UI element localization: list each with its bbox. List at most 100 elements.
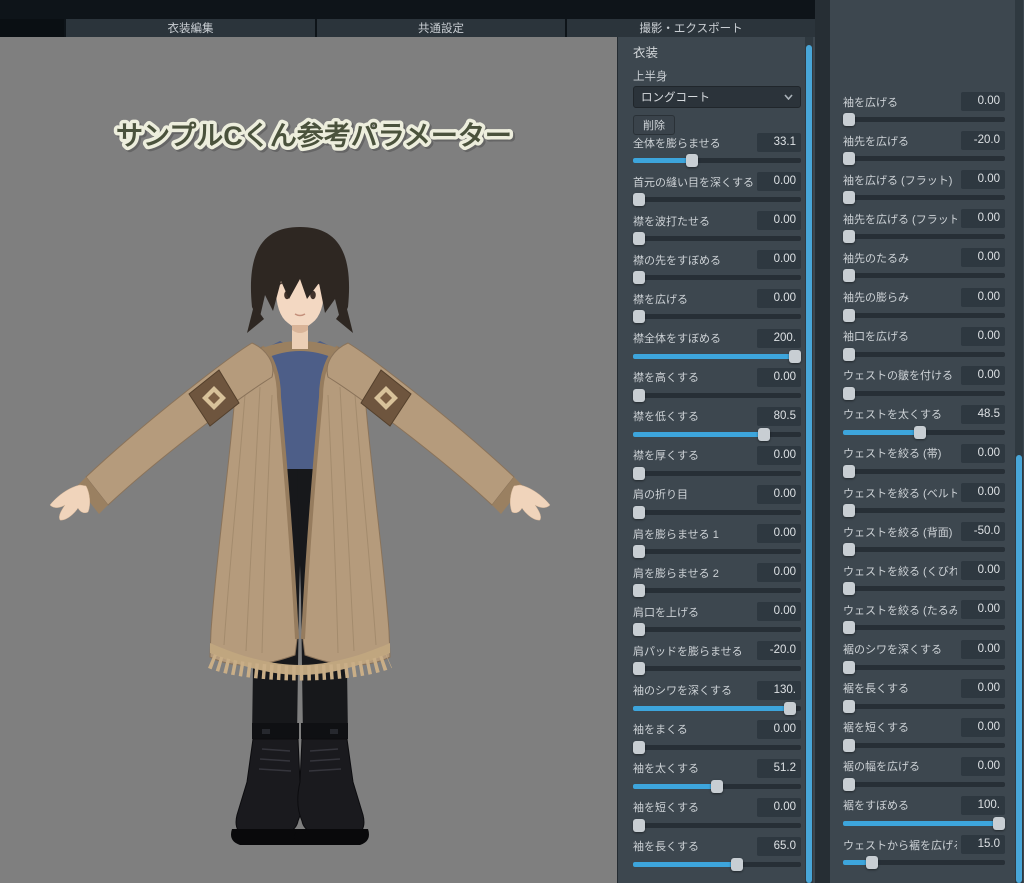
slider-track[interactable] bbox=[843, 777, 1005, 791]
slider-track[interactable] bbox=[843, 425, 1005, 439]
slider-handle[interactable] bbox=[843, 308, 855, 322]
slider-value-field[interactable]: 0.00 bbox=[961, 92, 1005, 111]
slider-value-field[interactable]: 0.00 bbox=[961, 639, 1005, 659]
slider-value-field[interactable]: 80.5 bbox=[757, 406, 801, 426]
slider-handle[interactable] bbox=[843, 660, 855, 674]
slider-track[interactable] bbox=[633, 701, 801, 715]
model-viewport[interactable]: サンプルCくん参考パラメーター bbox=[0, 37, 617, 883]
delete-button[interactable]: 削除 bbox=[633, 115, 675, 135]
slider-handle[interactable] bbox=[843, 269, 855, 283]
slider-track[interactable] bbox=[633, 857, 801, 871]
slider-handle[interactable] bbox=[633, 662, 645, 676]
slider-value-field[interactable]: 0.00 bbox=[757, 602, 801, 622]
slider-handle[interactable] bbox=[633, 623, 645, 637]
slider-value-field[interactable]: 0.00 bbox=[757, 367, 801, 387]
slider-handle[interactable] bbox=[843, 621, 855, 635]
slider-value-field[interactable]: 0.00 bbox=[961, 443, 1005, 463]
slider-handle[interactable] bbox=[633, 818, 645, 832]
slider-value-field[interactable]: 0.00 bbox=[961, 600, 1005, 620]
slider-value-field[interactable]: 0.00 bbox=[961, 170, 1005, 190]
slider-track[interactable] bbox=[633, 623, 801, 637]
slider-value-field[interactable]: 0.00 bbox=[757, 289, 801, 309]
slider-track[interactable] bbox=[633, 193, 801, 207]
slider-value-field[interactable]: 0.00 bbox=[961, 209, 1005, 229]
slider-track[interactable] bbox=[843, 621, 1005, 635]
slider-track[interactable] bbox=[843, 504, 1005, 518]
slider-track[interactable] bbox=[633, 662, 801, 676]
slider-handle[interactable] bbox=[633, 584, 645, 598]
slider-handle[interactable] bbox=[843, 113, 855, 126]
slider-handle[interactable] bbox=[633, 740, 645, 754]
slider-track[interactable] bbox=[633, 232, 801, 246]
slider-handle[interactable] bbox=[633, 505, 645, 519]
slider-value-field[interactable]: 48.5 bbox=[961, 404, 1005, 424]
slider-value-field[interactable]: -20.0 bbox=[961, 131, 1005, 151]
slider-handle[interactable] bbox=[789, 349, 801, 363]
slider-value-field[interactable]: -20.0 bbox=[757, 641, 801, 661]
slider-track[interactable] bbox=[843, 269, 1005, 283]
slider-value-field[interactable]: 0.00 bbox=[961, 483, 1005, 503]
slider-handle[interactable] bbox=[633, 545, 645, 559]
slider-handle[interactable] bbox=[633, 310, 645, 324]
slider-handle[interactable] bbox=[843, 464, 855, 478]
detail-panel-scrollbar[interactable] bbox=[1015, 0, 1023, 883]
slider-value-field[interactable]: -50.0 bbox=[961, 522, 1005, 542]
slider-value-field[interactable]: 0.00 bbox=[757, 172, 801, 192]
slider-handle[interactable] bbox=[633, 232, 645, 246]
slider-track[interactable] bbox=[843, 816, 1005, 830]
slider-track[interactable] bbox=[843, 660, 1005, 674]
slider-track[interactable] bbox=[843, 543, 1005, 557]
slider-value-field[interactable]: 0.00 bbox=[961, 248, 1005, 268]
slider-handle[interactable] bbox=[993, 816, 1005, 830]
slider-handle[interactable] bbox=[633, 466, 645, 480]
slider-value-field[interactable]: 0.00 bbox=[757, 524, 801, 544]
slider-track[interactable] bbox=[633, 584, 801, 598]
slider-handle[interactable] bbox=[843, 230, 855, 244]
slider-handle[interactable] bbox=[633, 271, 645, 285]
slider-handle[interactable] bbox=[784, 701, 797, 715]
slider-handle[interactable] bbox=[843, 191, 855, 205]
slider-track[interactable] bbox=[843, 113, 1005, 126]
tab-common-settings[interactable]: 共通設定 bbox=[317, 19, 565, 37]
slider-track[interactable] bbox=[633, 545, 801, 559]
slider-value-field[interactable]: 0.00 bbox=[757, 484, 801, 504]
slider-track[interactable] bbox=[843, 464, 1005, 478]
slider-handle[interactable] bbox=[843, 738, 855, 752]
slider-value-field[interactable]: 0.00 bbox=[757, 797, 801, 817]
slider-handle[interactable] bbox=[757, 427, 770, 441]
detail-panel-scrollbar-thumb[interactable] bbox=[1016, 455, 1022, 883]
slider-value-field[interactable]: 33.1 bbox=[757, 133, 801, 152]
slider-value-field[interactable]: 51.2 bbox=[757, 758, 801, 778]
slider-track[interactable] bbox=[843, 191, 1005, 205]
slider-handle[interactable] bbox=[711, 779, 723, 793]
slider-track[interactable] bbox=[843, 582, 1005, 596]
slider-handle[interactable] bbox=[633, 193, 645, 207]
slider-value-field[interactable]: 0.00 bbox=[757, 445, 801, 465]
slider-track[interactable] bbox=[633, 466, 801, 480]
slider-track[interactable] bbox=[633, 779, 801, 793]
slider-track[interactable] bbox=[633, 505, 801, 519]
slider-handle[interactable] bbox=[843, 152, 855, 166]
slider-track[interactable] bbox=[633, 388, 801, 402]
slider-track[interactable] bbox=[843, 699, 1005, 713]
costume-item-select[interactable]: ロングコート bbox=[633, 86, 801, 108]
slider-value-field[interactable]: 0.00 bbox=[757, 719, 801, 739]
slider-handle[interactable] bbox=[843, 777, 855, 791]
slider-handle[interactable] bbox=[843, 582, 855, 596]
slider-track[interactable] bbox=[843, 386, 1005, 400]
slider-handle[interactable] bbox=[865, 856, 878, 870]
slider-track[interactable] bbox=[633, 427, 801, 441]
slider-handle[interactable] bbox=[633, 388, 645, 402]
slider-value-field[interactable]: 100. bbox=[961, 795, 1005, 815]
costume-panel-scrollbar-thumb[interactable] bbox=[806, 45, 812, 883]
slider-value-field[interactable]: 0.00 bbox=[961, 756, 1005, 776]
tab-capture-export[interactable]: 撮影・エクスポート bbox=[567, 19, 815, 37]
slider-handle[interactable] bbox=[686, 154, 699, 167]
slider-value-field[interactable]: 0.00 bbox=[757, 563, 801, 583]
slider-value-field[interactable]: 130. bbox=[757, 680, 801, 700]
slider-track[interactable] bbox=[843, 738, 1005, 752]
slider-handle[interactable] bbox=[843, 386, 855, 400]
slider-track[interactable] bbox=[843, 230, 1005, 244]
slider-handle[interactable] bbox=[913, 425, 926, 439]
slider-handle[interactable] bbox=[731, 857, 744, 871]
